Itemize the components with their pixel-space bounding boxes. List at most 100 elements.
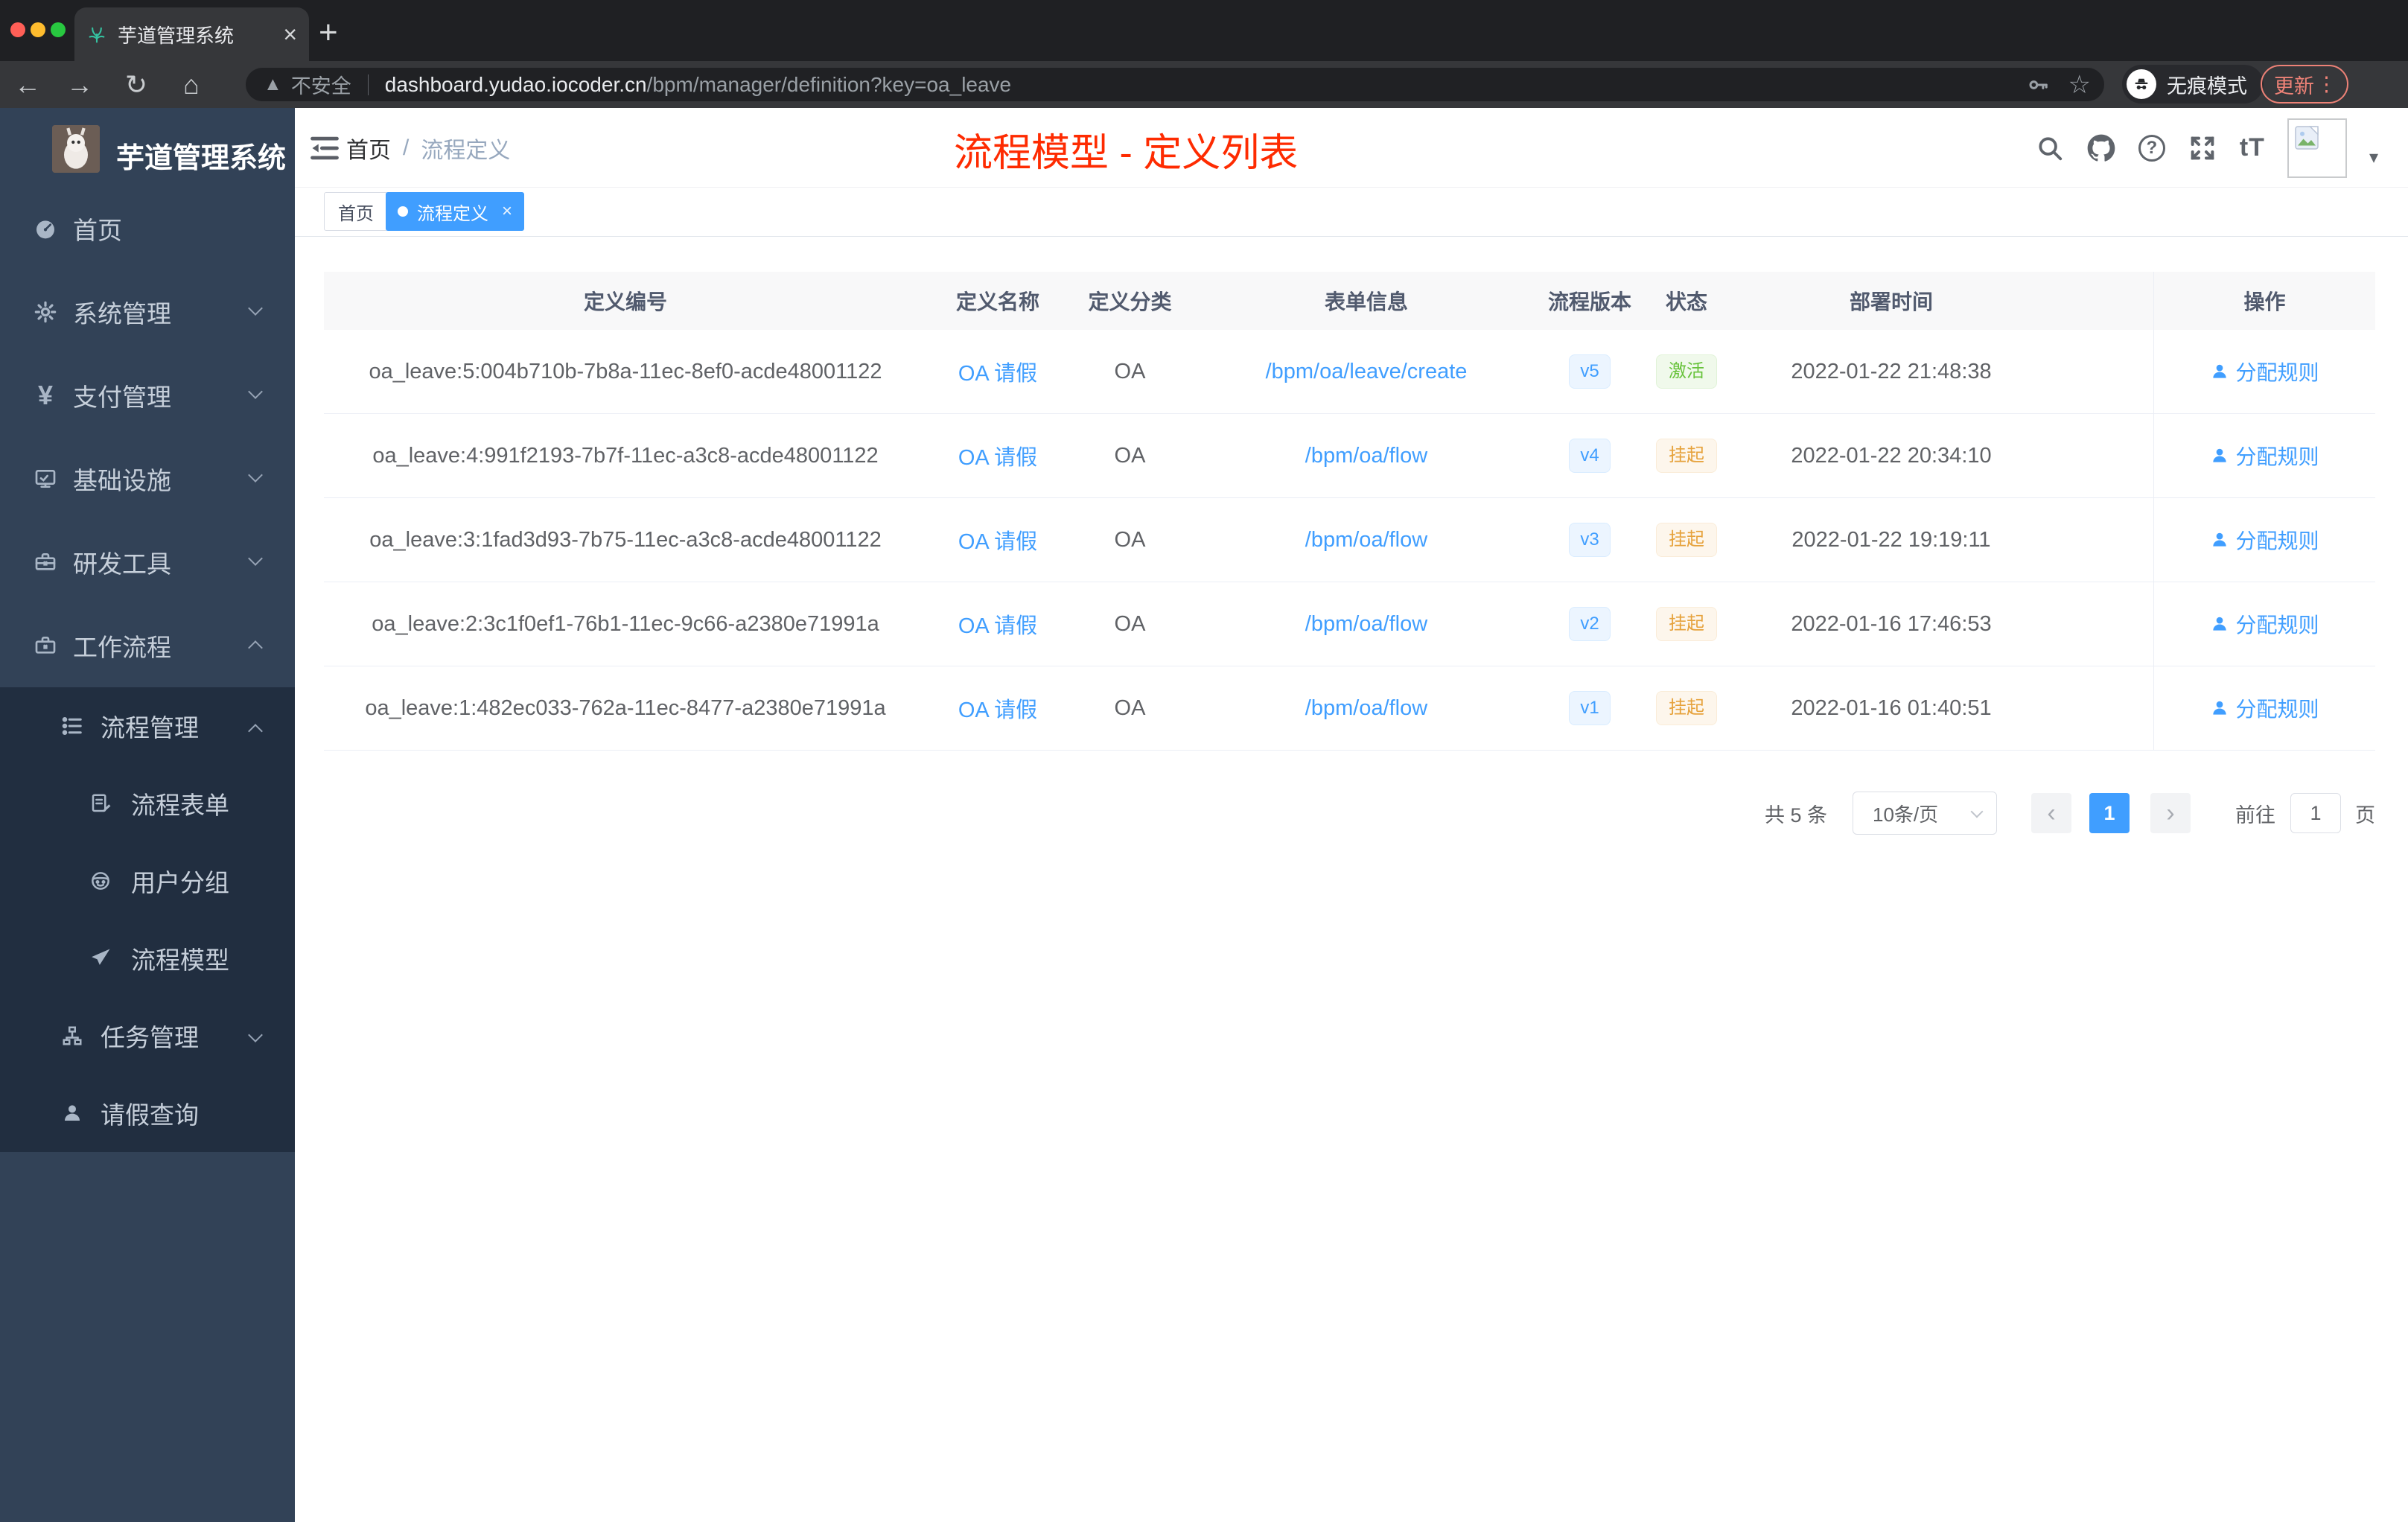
breadcrumb-home[interactable]: 首页 xyxy=(346,132,391,165)
prev-page-button[interactable]: ‹ xyxy=(2031,793,2071,833)
definition-table: 定义编号 定义名称 定义分类 表单信息 流程版本 状态 部署时间 操作 oa_l… xyxy=(324,272,2375,751)
sidebar-item-payment[interactable]: ¥ 支付管理 xyxy=(0,354,295,437)
navbar-actions: ? tT ▾ xyxy=(2036,108,2378,188)
user-avatar-broken-image[interactable] xyxy=(2287,118,2347,178)
tag-home[interactable]: 首页 xyxy=(324,192,388,231)
deploy-time: 2022-01-22 19:19:11 xyxy=(1791,527,1991,552)
definition-name-link[interactable]: OA 请假 xyxy=(958,608,1037,640)
tree-icon xyxy=(60,1023,85,1048)
chevron-down-icon xyxy=(248,301,263,316)
sidebar-item-user-group[interactable]: 用户分组 xyxy=(0,842,295,920)
definition-name-link[interactable]: OA 请假 xyxy=(958,440,1037,471)
minimize-window-button[interactable] xyxy=(31,22,45,37)
sidebar-menu: 首页 系统管理 ¥ 支付管理 基础设施 研发工具 工作流程 流程管理 流程表单 … xyxy=(0,187,295,1152)
table-header-row: 定义编号 定义名称 定义分类 表单信息 流程版本 状态 部署时间 操作 xyxy=(324,272,2375,330)
security-label[interactable]: 不安全 xyxy=(291,70,351,99)
col-form-info: 表单信息 xyxy=(1324,290,1408,313)
font-size-icon[interactable]: tT xyxy=(2240,133,2265,162)
chevron-down-icon xyxy=(248,468,263,483)
forward-icon[interactable]: → xyxy=(61,61,98,108)
chevron-down-icon xyxy=(248,1028,263,1042)
chevron-down-icon xyxy=(248,384,263,399)
fullscreen-icon[interactable] xyxy=(2188,133,2217,163)
help-icon[interactable]: ? xyxy=(2138,134,2165,162)
col-process-version: 流程版本 xyxy=(1547,290,1631,313)
update-label[interactable]: 更新 xyxy=(2274,70,2314,99)
sidebar-item-workflow[interactable]: 工作流程 xyxy=(0,604,295,687)
close-tab-icon[interactable]: × xyxy=(283,22,297,46)
incognito-icon xyxy=(2127,69,2156,99)
table-row: oa_leave:2:3c1f0ef1-76b1-11ec-9c66-a2380… xyxy=(324,582,2375,666)
chevron-up-icon xyxy=(248,640,263,655)
sidebar-item-devtools[interactable]: 研发工具 xyxy=(0,520,295,604)
definition-category: OA xyxy=(1114,695,1146,720)
assign-rule-link[interactable]: 分配规则 xyxy=(2210,357,2319,386)
chevron-down-icon xyxy=(1970,805,1984,818)
app-logo-avatar xyxy=(52,125,100,173)
form-link[interactable]: /bpm/oa/flow xyxy=(1305,612,1427,637)
search-icon[interactable] xyxy=(2036,134,2064,162)
status-badge: 激活 xyxy=(1656,354,1717,389)
status-badge: 挂起 xyxy=(1656,439,1717,473)
next-page-button[interactable]: › xyxy=(2150,793,2191,833)
workflow-submenu: 流程管理 流程表单 用户分组 流程模型 任务管理 请假查询 xyxy=(0,687,295,1152)
home-icon[interactable]: ⌂ xyxy=(173,61,210,108)
caret-down-icon[interactable]: ▾ xyxy=(2369,147,2378,168)
gear-icon xyxy=(33,299,58,325)
sidebar-item-home[interactable]: 首页 xyxy=(0,187,295,270)
page-size-select[interactable]: 10条/页 xyxy=(1853,792,1997,835)
form-link[interactable]: /bpm/oa/flow xyxy=(1305,444,1427,468)
sidebar-item-process-form[interactable]: 流程表单 xyxy=(0,765,295,842)
main-area: 首页 / 流程定义 流程模型 - 定义列表 ? tT ▾ 首页 流程定义 × 定… xyxy=(295,108,2408,1522)
definition-id: oa_leave:5:004b710b-7b8a-11ec-8ef0-acde4… xyxy=(369,359,882,383)
assign-rule-link[interactable]: 分配规则 xyxy=(2210,525,2319,555)
deploy-time: 2022-01-16 17:46:53 xyxy=(1791,611,1992,636)
definition-category: OA xyxy=(1114,611,1146,636)
breadcrumb: 首页 / 流程定义 xyxy=(346,108,510,188)
tag-process-definition[interactable]: 流程定义 × xyxy=(386,192,525,231)
favicon-plant-icon xyxy=(86,24,107,45)
sidebar-item-leave-query[interactable]: 请假查询 xyxy=(0,1074,295,1152)
sidebar-item-task-manage[interactable]: 任务管理 xyxy=(0,997,295,1074)
status-badge: 挂起 xyxy=(1656,523,1717,557)
current-page-button[interactable]: 1 xyxy=(2089,793,2130,833)
table-row: oa_leave:5:004b710b-7b8a-11ec-8ef0-acde4… xyxy=(324,330,2375,414)
close-tag-icon[interactable]: × xyxy=(502,201,512,222)
col-definition-name: 定义名称 xyxy=(955,290,1039,313)
goto-page-input[interactable] xyxy=(2290,793,2341,833)
bookmark-star-icon[interactable]: ☆ xyxy=(2068,70,2091,100)
form-link[interactable]: /bpm/oa/flow xyxy=(1305,696,1427,721)
sidebar-item-infra[interactable]: 基础设施 xyxy=(0,437,295,520)
browser-menu-icon[interactable]: ⋮ xyxy=(2316,73,2337,96)
back-icon[interactable]: ← xyxy=(9,61,46,108)
definition-name-link[interactable]: OA 请假 xyxy=(958,524,1037,555)
breadcrumb-current: 流程定义 xyxy=(421,138,511,163)
collapse-sidebar-icon[interactable] xyxy=(308,132,341,165)
send-icon xyxy=(88,946,113,971)
browser-update-button[interactable]: 更新 ⋮ xyxy=(2261,65,2348,104)
form-link[interactable]: /bpm/oa/flow xyxy=(1305,528,1427,553)
address-bar[interactable]: ▲ 不安全 dashboard.yudao.iocoder.cn /bpm/ma… xyxy=(246,68,2104,101)
page-annotation: 流程模型 - 定义列表 xyxy=(954,132,1299,175)
definition-name-link[interactable]: OA 请假 xyxy=(958,356,1037,387)
github-icon[interactable] xyxy=(2086,133,2116,163)
browser-tab[interactable]: 芋道管理系统 × xyxy=(74,7,309,61)
definition-category: OA xyxy=(1114,359,1146,383)
dashboard-icon xyxy=(33,216,58,241)
key-icon[interactable] xyxy=(2027,74,2049,96)
form-link[interactable]: /bpm/oa/leave/create xyxy=(1266,360,1468,384)
top-navbar: 首页 / 流程定义 流程模型 - 定义列表 ? tT ▾ xyxy=(295,108,2408,188)
close-window-button[interactable] xyxy=(10,22,25,37)
new-tab-button[interactable]: + xyxy=(319,16,338,49)
incognito-label: 无痕模式 xyxy=(2167,74,2247,98)
assign-rule-link[interactable]: 分配规则 xyxy=(2210,693,2319,723)
reload-icon[interactable]: ↻ xyxy=(118,61,155,108)
definition-name-link[interactable]: OA 请假 xyxy=(958,692,1037,724)
sidebar-item-process-model[interactable]: 流程模型 xyxy=(0,920,295,997)
sidebar-item-process-manage[interactable]: 流程管理 xyxy=(0,687,295,765)
sidebar-item-system[interactable]: 系统管理 xyxy=(0,270,295,354)
assign-rule-link[interactable]: 分配规则 xyxy=(2210,441,2319,471)
zoom-window-button[interactable] xyxy=(51,22,66,37)
goto-label: 前往 xyxy=(2235,803,2275,827)
assign-rule-link[interactable]: 分配规则 xyxy=(2210,609,2319,639)
